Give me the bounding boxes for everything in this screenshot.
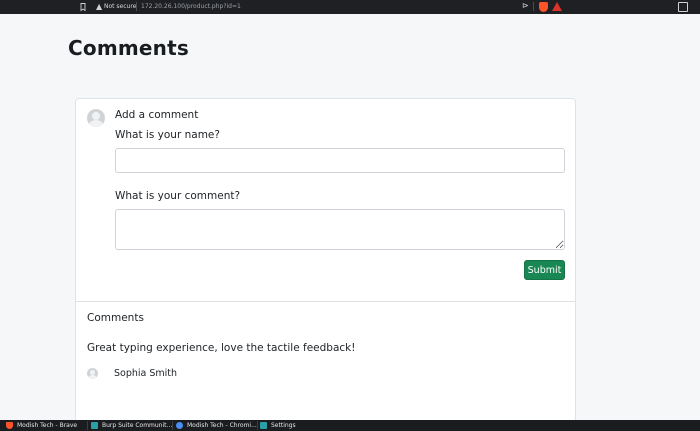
brave-icon <box>6 422 13 429</box>
submit-button[interactable]: Submit <box>524 260 565 280</box>
url-divider <box>136 2 137 11</box>
security-status[interactable]: Not secure <box>104 3 136 10</box>
page-title: Comments <box>68 36 189 60</box>
taskbar-item-label: Modish Tech - Brave <box>17 422 78 429</box>
settings-icon <box>260 422 267 429</box>
comment-textarea[interactable] <box>115 209 565 250</box>
share-icon[interactable]: ⊳ <box>522 1 529 10</box>
comments-card: Add a comment What is your name? What is… <box>75 98 576 431</box>
warning-icon[interactable]: ▲ <box>96 2 102 11</box>
name-label: What is your name? <box>115 129 220 141</box>
taskbar-item-label: Settings <box>271 422 296 429</box>
taskbar-item-settings[interactable]: Settings <box>260 420 320 431</box>
taskbar-item-label: Modish Tech - Chromi... <box>187 422 257 429</box>
comments-heading: Comments <box>87 312 144 324</box>
extensions-icon[interactable] <box>678 2 688 12</box>
comment-label: What is your comment? <box>115 190 241 202</box>
comment-author: Sophia Smith <box>114 368 178 379</box>
taskbar-divider <box>172 421 173 430</box>
taskbar-item-chromium[interactable]: Modish Tech - Chromi... <box>176 420 258 431</box>
bookmark-icon[interactable] <box>78 2 88 12</box>
taskbar-item-burp-suite[interactable]: Burp Suite Communit... <box>91 420 173 431</box>
toolbar-divider <box>533 2 534 11</box>
address-bar[interactable]: 172.20.26.100/product.php?id=1 <box>141 3 241 10</box>
taskbar-divider <box>257 421 258 430</box>
add-comment-label: Add a comment <box>115 109 199 121</box>
taskbar: Modish Tech - Brave Burp Suite Communit.… <box>0 420 700 431</box>
name-input[interactable] <box>115 148 565 173</box>
avatar-icon <box>87 109 105 127</box>
section-divider <box>76 301 575 302</box>
chromium-icon <box>176 422 183 429</box>
taskbar-item-label: Burp Suite Communit... <box>102 422 173 429</box>
comment-text: Great typing experience, love the tactil… <box>87 342 356 354</box>
burp-suite-icon <box>91 422 98 429</box>
brave-shields-icon[interactable] <box>539 2 548 12</box>
taskbar-item-brave[interactable]: Modish Tech - Brave <box>6 420 88 431</box>
taskbar-divider <box>87 421 88 430</box>
comment-author-avatar-icon <box>87 368 98 379</box>
browser-toolbar: ▲ Not secure 172.20.26.100/product.php?i… <box>0 0 700 14</box>
brave-rewards-icon[interactable] <box>552 2 562 11</box>
